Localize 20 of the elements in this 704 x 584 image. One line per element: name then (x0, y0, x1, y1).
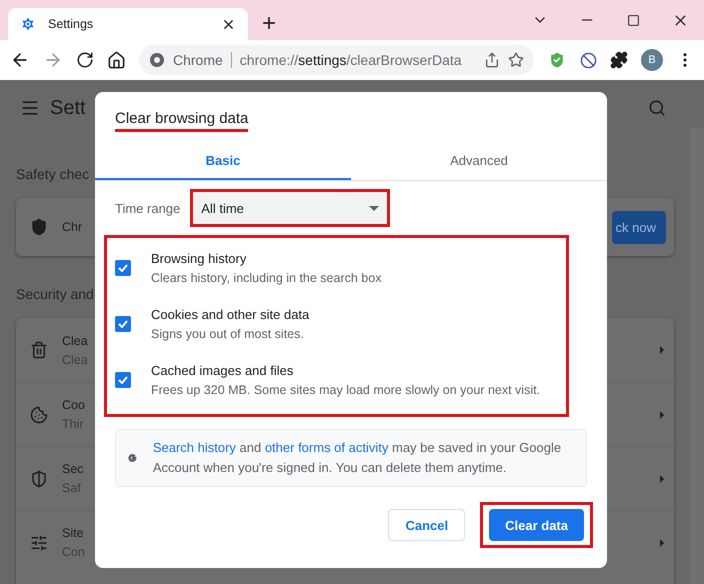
option-title: Cookies and other site data (151, 307, 310, 322)
notice-text: Search history and other forms of activity may be saved in your Google Account when you're signed in. You can delete them anytime. (152, 439, 562, 477)
section-heading: Security and (16, 286, 95, 302)
row-title: Clea (62, 334, 88, 348)
site-chip: Chrome (173, 52, 232, 68)
option-title: Browsing history (151, 251, 246, 266)
field-label: Time range (115, 200, 180, 216)
row-title: Coo (62, 398, 85, 412)
row-title: Chr (62, 220, 82, 234)
option-description: Clears history, including in the search box (151, 271, 382, 285)
option-description: Frees up 320 MB. Some sites may load more slowly on your next visit. (151, 383, 540, 397)
tab-title: Settings (48, 17, 94, 31)
row-title: Sec (62, 462, 84, 476)
section-heading: Safety chec (16, 166, 90, 182)
option-description: Signs you out of most sites. (151, 327, 304, 341)
page-title: Sett (50, 96, 86, 120)
row-title: Site (62, 526, 84, 540)
url-text: chrome://settings/clearBrowserData (240, 52, 463, 68)
option-title: Cached images and files (151, 363, 294, 378)
dialog-title: Clear browsing data (115, 110, 248, 132)
